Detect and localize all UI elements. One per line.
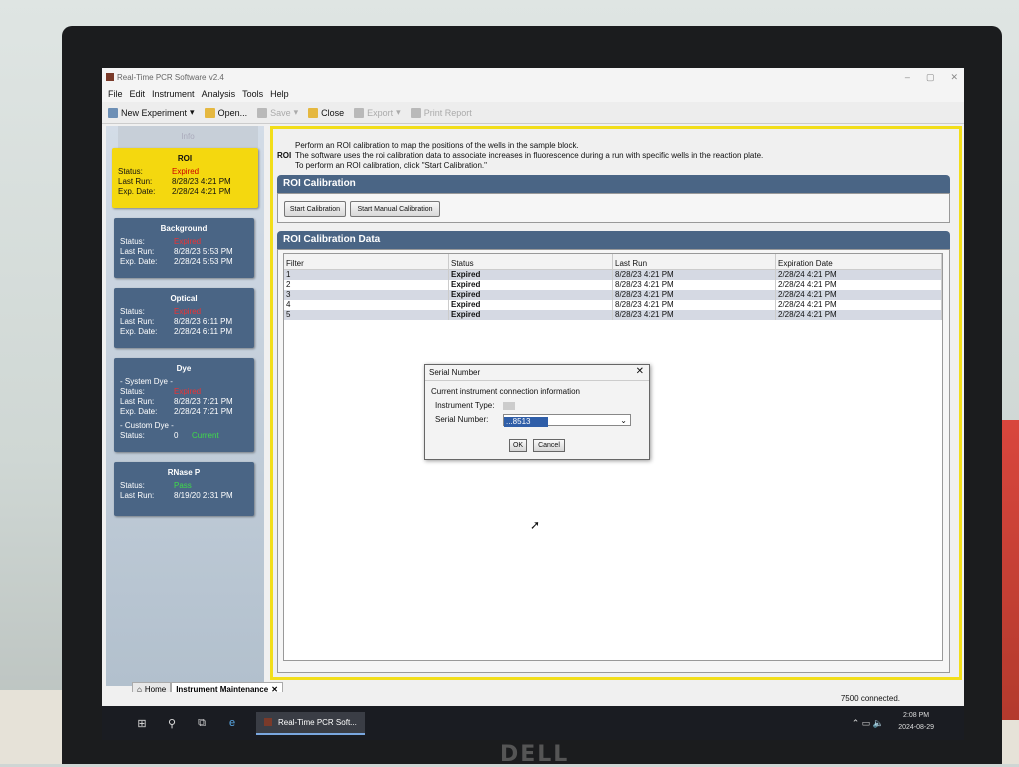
new-experiment-button[interactable]: New Experiment ▾ (108, 107, 195, 118)
mouse-cursor-icon: ➚ (530, 518, 541, 532)
dialog-title: Serial Number (429, 368, 481, 377)
system-tray-icons[interactable]: ⌃ ▭ 🔈 (852, 718, 884, 729)
serial-number-value: ...8513 (504, 417, 548, 427)
monitor-logo: DELL (500, 742, 570, 767)
export-button[interactable]: Export ▾ (354, 107, 401, 118)
export-icon (354, 107, 365, 118)
taskbar-app-pcr[interactable]: Real-Time PCR Soft... (256, 711, 365, 735)
col-expiration-date[interactable]: Expiration Date (776, 254, 942, 269)
save-button[interactable]: Save ▾ (257, 107, 298, 118)
print-report-label: Print Report (423, 107, 472, 118)
status-bar: 7500 connected. (102, 692, 964, 706)
dialog-close-icon[interactable]: ✕ (636, 366, 644, 377)
card-rnase-p[interactable]: RNase P Status: Pass Last Run: 8/19/20 2:3… (114, 462, 254, 516)
sidebar-dim-tab: Info (118, 126, 258, 148)
printer-icon (410, 107, 421, 118)
connection-status: 7500 connected. (840, 694, 900, 703)
window-controls: – ▢ ✕ (905, 72, 958, 83)
new-experiment-label: New Experiment (121, 107, 188, 118)
card-background[interactable]: Background Status: Expired Last Run: 8/28/… (114, 218, 254, 278)
window-title: Real-Time PCR Software v2.4 (117, 72, 224, 82)
open-label: Open... (217, 107, 248, 118)
roi-calibration-data-header: ROI Calibration Data (277, 231, 950, 249)
maintenance-sidebar: Info ROI Status: Expired Last Run: 8/28/23… (106, 126, 264, 686)
start-calibration-button[interactable]: Start Calibration (284, 201, 346, 217)
table-row[interactable]: 5 Expired 8/28/23 4:21 PM 2/28/24 4:21 PM (284, 310, 942, 320)
roi-calibration-body: Start Calibration Start Manual Calibrati… (277, 193, 950, 223)
pcr-app-icon (264, 718, 272, 726)
table-header: Filter Status Last Run Expiration Date (284, 254, 942, 270)
card-dye[interactable]: Dye - System Dye - Status: Expired Last R… (114, 358, 254, 452)
new-experiment-icon (108, 107, 118, 118)
folder-icon (204, 107, 215, 118)
table-row[interactable]: 1 Expired 8/28/23 4:21 PM 2/28/24 4:21 PM (284, 270, 942, 280)
app-icon (106, 73, 114, 81)
table-row[interactable]: 3 Expired 8/28/23 4:21 PM 2/28/24 4:21 PM (284, 290, 942, 300)
clock[interactable]: 2:08 PM 2024-08-29 (898, 710, 934, 734)
windows-start-icon[interactable]: ⊞ (136, 717, 148, 730)
card-optical[interactable]: Optical Status: Expired Last Run: 8/28/23 … (114, 288, 254, 348)
serial-number-label: Serial Number: (435, 415, 489, 424)
ok-button[interactable]: OK (509, 439, 527, 452)
task-view-icon[interactable]: ⧉ (196, 717, 208, 729)
cancel-button[interactable]: Cancel (533, 439, 565, 452)
serial-number-dialog: Serial Number ✕ Current instrument conne… (424, 364, 650, 460)
search-icon[interactable]: ⚲ (166, 717, 178, 730)
menu-help[interactable]: Help (270, 89, 289, 99)
close-label: Close (321, 107, 345, 118)
col-filter[interactable]: Filter (284, 254, 449, 269)
dye-status: Expired (174, 387, 202, 396)
rnase-status: Pass (174, 481, 192, 490)
roi-calibration-header: ROI Calibration (277, 175, 950, 193)
table-row[interactable]: 4 Expired 8/28/23 4:21 PM 2/28/24 4:21 PM (284, 300, 942, 310)
edge-browser-icon[interactable]: e (226, 717, 238, 729)
dialog-titlebar: Serial Number ✕ (425, 365, 649, 381)
menu-bar: File Edit Instrument Analysis Tools Help (102, 86, 964, 102)
instrument-type-label: Instrument Type: (435, 401, 495, 410)
instrument-type-value-blurred (503, 402, 515, 410)
optical-status: Expired (174, 307, 202, 316)
menu-analysis[interactable]: Analysis (202, 89, 236, 99)
col-status[interactable]: Status (449, 254, 613, 269)
roi-status: Expired (172, 167, 200, 176)
maximize-button[interactable]: ▢ (926, 72, 935, 83)
menu-file[interactable]: File (108, 89, 123, 99)
save-icon (257, 107, 268, 118)
taskbar: ⊞ ⚲ ⧉ e Real-Time PCR Soft... ⌃ ▭ 🔈 2:08… (102, 706, 964, 740)
chevron-down-icon: ⌄ (620, 416, 627, 425)
card-roi[interactable]: ROI Status: Expired Last Run: 8/28/23 4:21… (112, 148, 258, 208)
screen: Real-Time PCR Software v2.4 – ▢ ✕ File E… (102, 68, 964, 740)
roi-exp-date: 2/28/24 4:21 PM (172, 187, 231, 196)
background-status: Expired (174, 237, 202, 246)
dialog-message: Current instrument connection informatio… (431, 387, 580, 396)
table-row[interactable]: 2 Expired 8/28/23 4:21 PM 2/28/24 4:21 PM (284, 280, 942, 290)
menu-edit[interactable]: Edit (130, 89, 146, 99)
table-body: 1 Expired 8/28/23 4:21 PM 2/28/24 4:21 PM 2… (284, 270, 942, 320)
col-last-run[interactable]: Last Run (613, 254, 776, 269)
close-folder-icon (308, 107, 319, 118)
card-roi-title: ROI (177, 154, 193, 163)
export-label: Export (367, 107, 394, 118)
minimize-button[interactable]: – (905, 72, 910, 83)
close-window-button[interactable]: ✕ (950, 72, 958, 83)
serial-number-select[interactable]: ...8513 ⌄ (503, 414, 631, 427)
save-label: Save (270, 107, 291, 118)
custom-dye-status: Current (192, 431, 219, 440)
close-button[interactable]: Close (308, 107, 345, 118)
menu-tools[interactable]: Tools (242, 89, 263, 99)
open-button[interactable]: Open... (204, 107, 248, 118)
start-manual-calibration-button[interactable]: Start Manual Calibration (350, 201, 440, 217)
window-titlebar: Real-Time PCR Software v2.4 – ▢ ✕ (102, 68, 964, 86)
menu-instrument[interactable]: Instrument (152, 89, 195, 99)
print-report-button[interactable]: Print Report (410, 107, 472, 118)
roi-last-run: 8/28/23 4:21 PM (172, 177, 231, 186)
dialog-body: Current instrument connection informatio… (425, 381, 649, 431)
instructions-label: ROI (277, 151, 292, 160)
toolbar: New Experiment ▾ Open... Save ▾ Close Expo… (102, 102, 964, 124)
instructions: ROI Perform an ROI calibration to map th… (277, 141, 764, 170)
